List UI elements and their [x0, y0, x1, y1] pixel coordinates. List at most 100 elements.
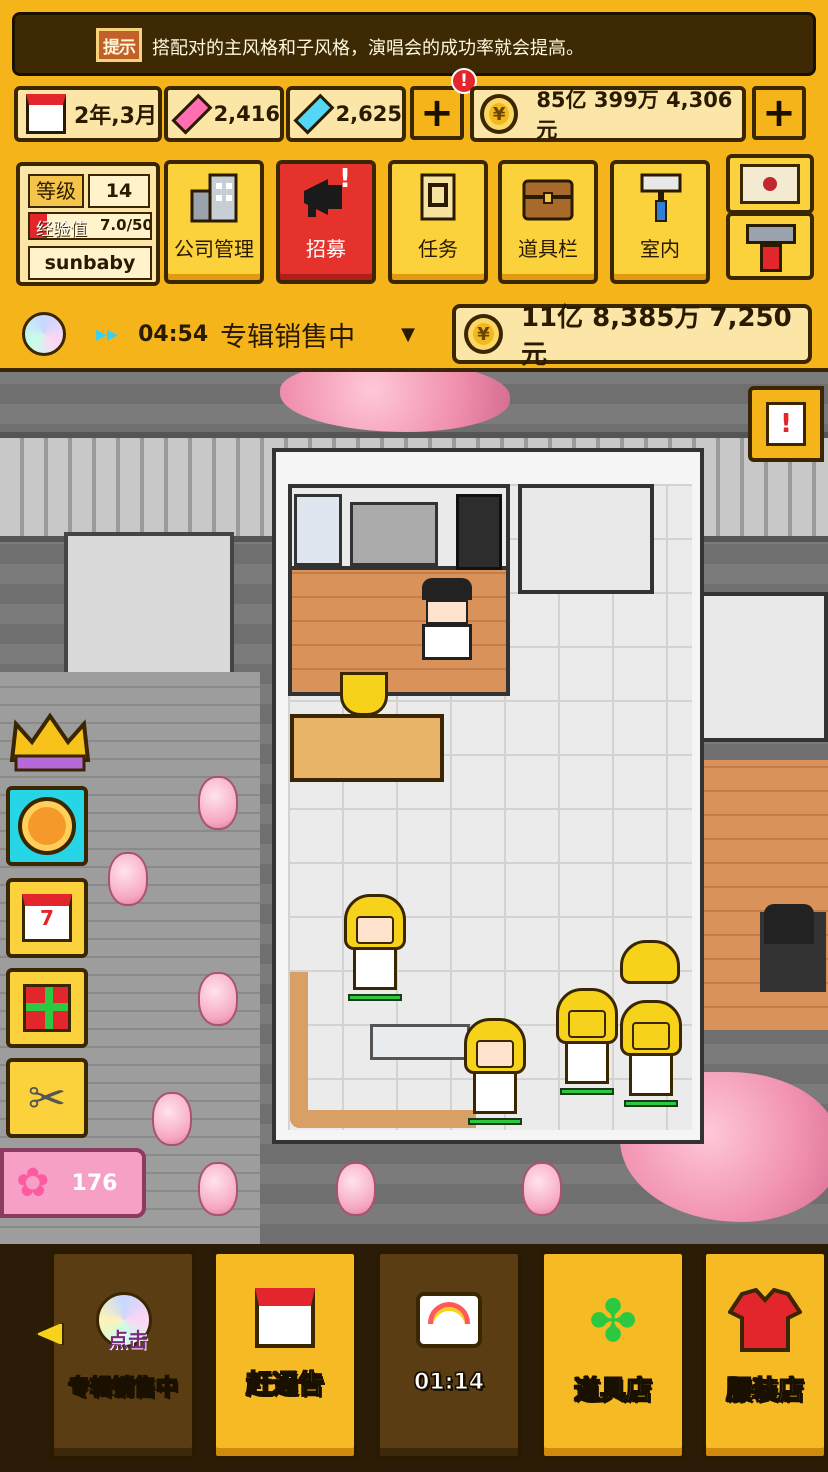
- lantern: [522, 1162, 562, 1216]
- recruit-label: 招募: [306, 237, 346, 261]
- calendar-icon: [255, 1288, 315, 1348]
- gold-counter[interactable]: ¥ 85亿 399万 4,306元: [470, 86, 746, 142]
- inventory-label: 道具栏: [518, 237, 578, 261]
- recruit-button[interactable]: 招募: [276, 160, 376, 284]
- gift-icon: [23, 984, 71, 1032]
- clover-icon: ✤: [588, 1287, 638, 1355]
- item-shop-button[interactable]: ✤ 道具店: [540, 1250, 686, 1460]
- trophy-icon: [340, 672, 388, 716]
- pink-gem-icon: [171, 93, 213, 135]
- gift-button[interactable]: [6, 968, 88, 1048]
- level-label: 等级: [28, 174, 84, 208]
- coin-icon: ¥: [480, 94, 519, 134]
- inventory-button[interactable]: 道具栏: [498, 160, 598, 284]
- calendar-icon: [26, 94, 66, 134]
- bottom-nav: 点击 专辑销售中 赶通告 01:14 ✤ 道具店 服装店: [0, 1244, 828, 1472]
- schedule-label: 赶通告: [245, 1370, 324, 1401]
- interior-button[interactable]: 室内: [610, 160, 710, 284]
- top-hud: 提示 搭配对的主风格和子风格，演唱会的成功率就会提高。 2年,3月 2,416 …: [0, 0, 828, 372]
- coffee-table: [370, 1024, 470, 1060]
- envelope-icon: [740, 164, 800, 204]
- player-name: sunbaby: [28, 246, 152, 280]
- fast-forward-icon[interactable]: ▸▸: [96, 322, 118, 347]
- company-management-button[interactable]: 公司管理: [164, 160, 264, 284]
- lantern: [198, 972, 238, 1026]
- rainbow-tv-icon: [412, 1288, 486, 1354]
- company-management-label: 公司管理: [174, 237, 254, 261]
- tip-text: 搭配对的主风格和子风格，演唱会的成功率就会提高。: [152, 38, 584, 59]
- scroll-icon: [420, 173, 456, 221]
- blue-gem-counter[interactable]: 2,625: [286, 86, 406, 142]
- add-gold-button[interactable]: +: [752, 86, 806, 140]
- stove: [350, 502, 438, 566]
- album-revenue: 11亿 8,385万 7,250元: [520, 303, 792, 370]
- player-info-panel[interactable]: 等级 14 经验值 7.0/50 sunbaby: [16, 162, 160, 286]
- pink-gem-counter[interactable]: 2,416: [164, 86, 284, 142]
- mail-button[interactable]: [726, 154, 814, 214]
- counter: [518, 484, 654, 594]
- building-icon: [190, 173, 238, 223]
- mail-and-tools-group: [720, 148, 820, 284]
- crown-icon[interactable]: [8, 712, 92, 774]
- paint-roller-icon: [640, 173, 682, 222]
- ac-unit: [64, 532, 234, 686]
- exp-bar: 经验值 7.0/50: [28, 212, 152, 240]
- calendar-button[interactable]: 7: [6, 878, 88, 958]
- cd-icon: [22, 312, 66, 356]
- flower-counter[interactable]: ✿ 176: [0, 1148, 146, 1218]
- scissors-button[interactable]: ✂: [6, 1058, 88, 1138]
- flower-icon: ✿: [16, 1160, 50, 1206]
- trophy-shelf: [290, 714, 444, 782]
- tv-timer-button[interactable]: 01:14: [376, 1250, 522, 1460]
- idol-character[interactable]: [344, 894, 406, 1001]
- pizza-icon: [18, 797, 76, 855]
- pink-gem-count: 2,416: [213, 102, 280, 126]
- blue-gem-icon: [293, 93, 335, 135]
- date-display: 2年,3月: [14, 86, 162, 142]
- dropdown-arrow-icon[interactable]: ▼: [401, 324, 415, 345]
- item-shop-label: 道具店: [573, 1376, 652, 1407]
- idol-character[interactable]: [620, 1000, 682, 1107]
- shirt-icon: [728, 1288, 802, 1352]
- exp-label: 经验值: [36, 220, 87, 240]
- date-text: 2年,3月: [74, 104, 157, 129]
- album-sales-label: 专辑销售中: [67, 1376, 178, 1402]
- build-button[interactable]: [726, 212, 814, 280]
- office-worker[interactable]: [764, 904, 814, 944]
- clothing-shop-button[interactable]: 服装店: [702, 1250, 828, 1460]
- tv-timer-label: 01:14: [413, 1370, 485, 1396]
- chest-icon: [522, 179, 574, 221]
- clothing-shop-label: 服装店: [725, 1376, 804, 1407]
- album-sales-button[interactable]: 点击 专辑销售中: [50, 1250, 196, 1460]
- side-room: [700, 592, 828, 742]
- lantern: [198, 1162, 238, 1216]
- hammer-icon: [746, 224, 796, 244]
- blue-gem-count: 2,625: [335, 102, 402, 126]
- game-scene[interactable]: ! 7 ✂ ✿ 176: [0, 372, 828, 1244]
- album-timer: 04:54: [138, 321, 209, 347]
- add-gems-button[interactable]: +: [410, 86, 464, 140]
- manager-character[interactable]: [416, 578, 478, 660]
- tap-badge: 点击: [108, 1328, 148, 1352]
- notice-icon: !: [766, 402, 806, 446]
- scissors-icon: ✂: [27, 1071, 67, 1125]
- exp-value: 7.0/50: [100, 216, 152, 234]
- coin-icon: ¥: [464, 314, 503, 354]
- flower-count: 176: [71, 1170, 118, 1196]
- idol-character[interactable]: [620, 940, 680, 984]
- tasks-button[interactable]: 任务: [388, 160, 488, 284]
- album-status-bar[interactable]: ▸▸ 04:54 专辑销售中 ▼: [12, 300, 452, 368]
- idol-character[interactable]: [556, 988, 618, 1095]
- interior-label: 室内: [640, 237, 680, 261]
- album-activity: 专辑销售中: [220, 321, 356, 353]
- lantern: [152, 1092, 192, 1146]
- cd-icon: 点击: [86, 1288, 160, 1354]
- album-revenue-box: ¥ 11亿 8,385万 7,250元: [452, 303, 812, 370]
- gold-amount: 85亿 399万 4,306元: [536, 88, 733, 142]
- notice-button[interactable]: !: [748, 386, 824, 462]
- recruit-alert-icon: !: [339, 164, 351, 194]
- calendar-icon: 7: [22, 894, 72, 942]
- schedule-button[interactable]: 赶通告: [212, 1250, 358, 1460]
- pizza-button[interactable]: [6, 786, 88, 866]
- idol-character[interactable]: [464, 1018, 526, 1125]
